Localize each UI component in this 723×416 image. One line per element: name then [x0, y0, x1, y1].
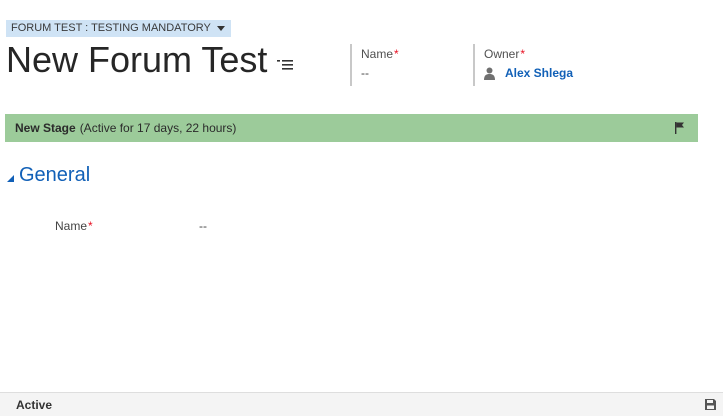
field-label-name: Name* — [55, 219, 93, 233]
header-field-owner: Owner* Alex Shlega — [473, 44, 614, 86]
stage-duration: (Active for 17 days, 22 hours) — [79, 121, 237, 135]
collapse-caret-icon — [7, 174, 14, 182]
field-label: Name — [55, 219, 88, 233]
chevron-down-icon — [216, 26, 225, 31]
header-name-label: Name — [361, 47, 394, 61]
status-footer: Active — [0, 392, 723, 416]
required-marker: * — [88, 219, 93, 233]
save-icon[interactable] — [705, 399, 716, 410]
header-name-value[interactable]: -- — [361, 66, 471, 80]
record-title-row: New Forum Test — [6, 38, 294, 82]
stage-name: New Stage — [15, 121, 76, 135]
required-marker: * — [394, 47, 399, 61]
person-icon — [484, 67, 495, 80]
required-marker: * — [520, 47, 526, 61]
header-field-name: Name* -- — [350, 44, 471, 86]
record-status: Active — [16, 398, 53, 412]
section-header-general[interactable]: General — [7, 162, 90, 188]
header-owner-label: Owner — [484, 47, 520, 61]
name-field-value[interactable]: -- — [199, 219, 207, 233]
entity-form-selector-label: FORUM TEST : TESTING MANDATORY — [11, 22, 211, 34]
record-title: New Forum Test — [6, 39, 268, 80]
section-title: General — [19, 164, 91, 186]
flag-icon[interactable] — [675, 122, 685, 134]
list-menu-icon[interactable] — [277, 57, 294, 71]
owner-link[interactable]: Alex Shlega — [505, 66, 573, 80]
entity-form-selector[interactable]: FORUM TEST : TESTING MANDATORY — [6, 20, 231, 37]
process-stage-bar[interactable]: New Stage (Active for 17 days, 22 hours) — [5, 114, 698, 142]
owner-lookup: Alex Shlega — [484, 66, 614, 80]
